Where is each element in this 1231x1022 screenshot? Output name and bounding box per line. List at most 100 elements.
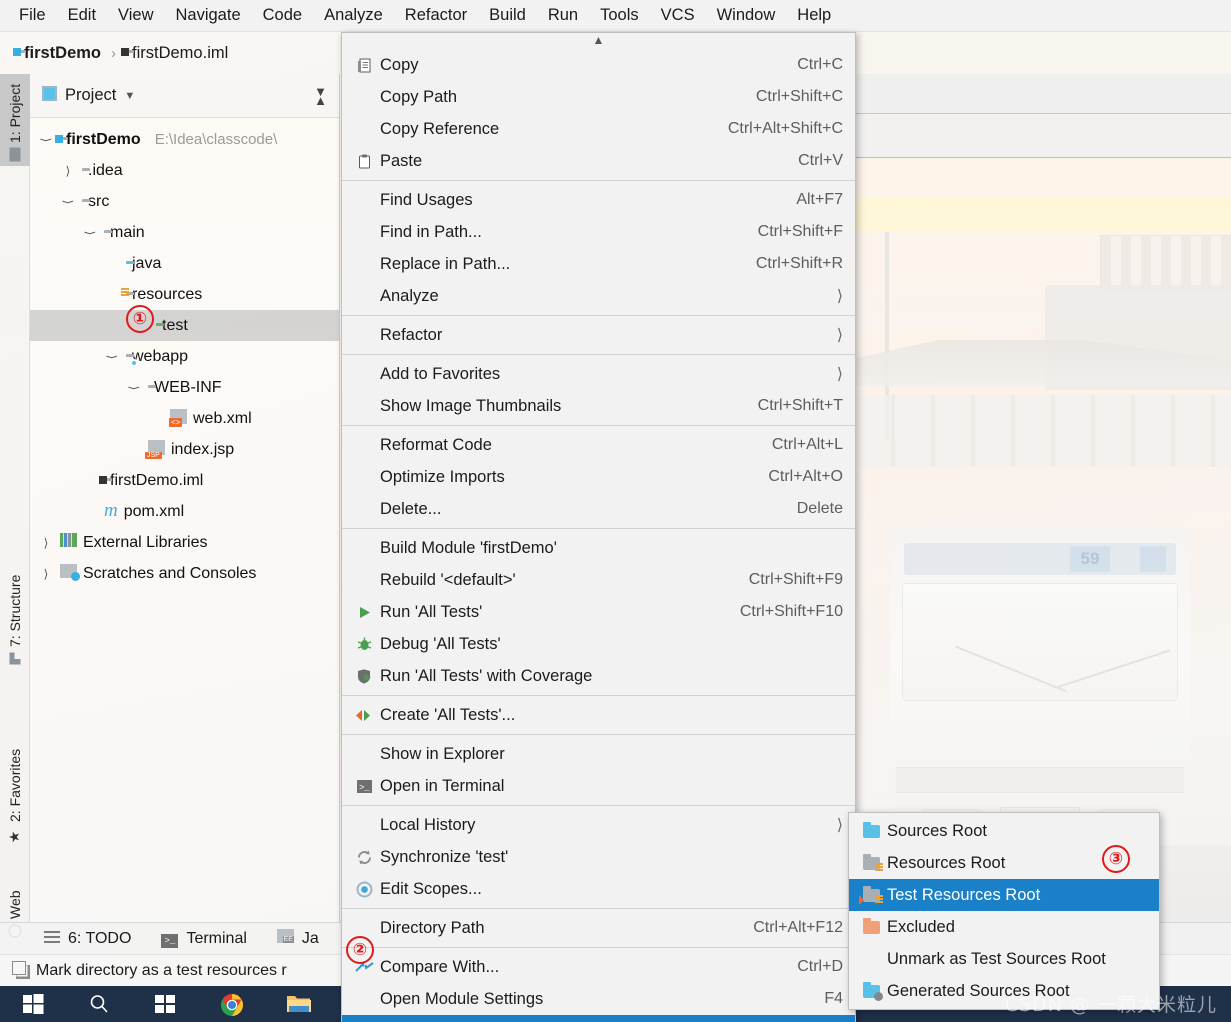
- left-strip-tab-favorites[interactable]: ★ 2: Favorites: [0, 724, 30, 850]
- context-menu-item-show-image-thumbnails[interactable]: Show Image Thumbnails Ctrl+Shift+T: [342, 390, 855, 422]
- context-menu-item-compare-with[interactable]: Compare With... Ctrl+D: [342, 951, 855, 983]
- menubar-item-run[interactable]: Run: [537, 4, 589, 27]
- context-menu-item-shortcut: Delete: [796, 500, 843, 517]
- tree-node-pom-xml[interactable]: ⟩mpom.xml: [30, 496, 339, 527]
- menubar-item-refactor[interactable]: Refactor: [394, 4, 478, 27]
- chevron-down-icon[interactable]: ⟩: [83, 225, 97, 241]
- chevron-down-icon[interactable]: ⟩: [39, 132, 53, 148]
- excluded-icon: [855, 917, 887, 934]
- tree-node-src[interactable]: ⟩ src: [30, 186, 339, 217]
- scroll-up-arrow[interactable]: ▲: [342, 34, 855, 49]
- chevron-down-icon[interactable]: ▼: [124, 90, 135, 102]
- tree-node-test[interactable]: ⟩test: [30, 310, 339, 341]
- context-menu-item-replace-in-path[interactable]: Replace in Path... Ctrl+Shift+R: [342, 248, 855, 280]
- context-menu-item-directory-path[interactable]: Directory Path Ctrl+Alt+F12: [342, 912, 855, 944]
- menubar-item-vcs[interactable]: VCS: [650, 4, 706, 27]
- file-explorer-icon[interactable]: [286, 993, 311, 1015]
- menubar-item-window[interactable]: Window: [706, 4, 787, 27]
- submenu-item-excluded[interactable]: Excluded: [849, 911, 1159, 943]
- context-menu-item-run--all-tests--with-coverage[interactable]: Run 'All Tests' with Coverage: [342, 660, 855, 692]
- tree-node-external-libraries[interactable]: ⟩ External Libraries: [30, 527, 339, 558]
- breadcrumb-project[interactable]: firstDemo: [24, 44, 101, 63]
- chevron-right-icon[interactable]: ⟩: [38, 567, 54, 581]
- windows-start-icon[interactable]: [22, 993, 44, 1015]
- context-menu-item-copy-path[interactable]: Copy Path Ctrl+Shift+C: [342, 81, 855, 113]
- chevron-right-icon[interactable]: ⟩: [38, 536, 54, 550]
- context-menu-item-shortcut: Ctrl+Alt+L: [771, 436, 843, 453]
- tree-node-java[interactable]: ⟩java: [30, 248, 339, 279]
- context-menu-item-label: Copy Reference: [380, 119, 500, 138]
- tree-node-firstdemo-iml[interactable]: ⟩firstDemo.iml: [30, 465, 339, 496]
- context-menu-item-debug--all-tests[interactable]: Debug 'All Tests': [342, 628, 855, 660]
- context-menu-item-analyze[interactable]: Analyze ⟩: [342, 280, 855, 312]
- context-menu-item-find-in-path[interactable]: Find in Path... Ctrl+Shift+F: [342, 216, 855, 248]
- tree-node-index-jsp[interactable]: ⟩JSPindex.jsp: [30, 434, 339, 465]
- context-menu-item-open-in-terminal[interactable]: >_ Open in Terminal: [342, 770, 855, 802]
- context-menu-item-show-in-explorer[interactable]: Show in Explorer: [342, 738, 855, 770]
- bottom-bar-item-6--todo[interactable]: 6: TODO: [44, 930, 131, 948]
- context-menu-item-copy[interactable]: Copy Ctrl+C: [342, 49, 855, 81]
- menubar-item-view[interactable]: View: [107, 4, 164, 27]
- chevron-down-icon[interactable]: ⟩: [61, 194, 75, 210]
- tree-node-webapp[interactable]: ⟩ webapp: [30, 341, 339, 372]
- search-icon[interactable]: [88, 993, 110, 1015]
- menubar-item-navigate[interactable]: Navigate: [165, 4, 252, 27]
- menubar-item-tools[interactable]: Tools: [589, 4, 650, 27]
- bottom-bar-item-label: 6: TODO: [68, 929, 132, 947]
- context-menu-item-label: Synchronize 'test': [380, 847, 509, 866]
- menu-separator: [342, 947, 855, 948]
- chevron-down-icon[interactable]: ⟩: [105, 349, 119, 365]
- menubar-item-file[interactable]: File: [8, 4, 57, 27]
- context-menu-item-run--all-tests[interactable]: Run 'All Tests' Ctrl+Shift+F10: [342, 596, 855, 628]
- tree-node-label: webapp: [132, 347, 189, 365]
- context-menu-item-synchronize--test[interactable]: Synchronize 'test': [342, 841, 855, 873]
- tree-node-firstdemo[interactable]: ⟩ firstDemo E:\Idea\classcode\: [30, 124, 339, 155]
- tree-node-web-xml[interactable]: ⟩<>web.xml: [30, 403, 339, 434]
- tree-node-scratches-and-consoles[interactable]: ⟩ Scratches and Consoles: [30, 558, 339, 589]
- tree-node--idea[interactable]: ⟩ .idea: [30, 155, 339, 186]
- left-strip-tab-project[interactable]: 1: Project: [0, 74, 30, 166]
- context-menu-item-build-module--firstdemo[interactable]: Build Module 'firstDemo': [342, 532, 855, 564]
- context-menu-item-find-usages[interactable]: Find Usages Alt+F7: [342, 184, 855, 216]
- menubar-item-analyze[interactable]: Analyze: [313, 4, 394, 27]
- menu-separator: [342, 315, 855, 316]
- bottom-bar-item-terminal[interactable]: >_ Terminal: [161, 930, 247, 948]
- submenu-item-test-resources-root[interactable]: Test Resources Root: [849, 879, 1159, 911]
- context-menu-item-paste[interactable]: Paste Ctrl+V: [342, 145, 855, 177]
- context-menu-item-mark-directory-as[interactable]: Mark Directory as⟩: [342, 1015, 855, 1022]
- menubar-item-edit[interactable]: Edit: [57, 4, 107, 27]
- chevron-down-icon[interactable]: ⟩: [127, 380, 141, 396]
- context-menu-item-optimize-imports[interactable]: Optimize Imports Ctrl+Alt+O: [342, 461, 855, 493]
- tree-node-label: main: [110, 223, 145, 241]
- resources-root-icon: [855, 853, 887, 872]
- context-menu-item-create--all-tests[interactable]: Create 'All Tests'...: [342, 699, 855, 731]
- submenu-item-unmark-as-test-sources-root[interactable]: Unmark as Test Sources Root: [849, 943, 1159, 975]
- menubar-item-help[interactable]: Help: [786, 4, 842, 27]
- submenu-item-sources-root[interactable]: Sources Root: [849, 815, 1159, 847]
- context-menu-item-reformat-code[interactable]: Reformat Code Ctrl+Alt+L: [342, 429, 855, 461]
- bottom-bar-item-ja[interactable]: EE Ja: [276, 929, 319, 948]
- context-menu-item-add-to-favorites[interactable]: Add to Favorites ⟩: [342, 358, 855, 390]
- context-menu-item-local-history[interactable]: Local History ⟩: [342, 809, 855, 841]
- chrome-icon[interactable]: [220, 993, 243, 1016]
- context-menu-item-edit-scopes[interactable]: Edit Scopes...: [342, 873, 855, 905]
- context-menu-item-copy-reference[interactable]: Copy Reference Ctrl+Alt+Shift+C: [342, 113, 855, 145]
- chevron-right-icon[interactable]: ⟩: [60, 164, 76, 178]
- task-view-icon[interactable]: [154, 993, 176, 1015]
- tree-node-web-inf[interactable]: ⟩ WEB-INF: [30, 372, 339, 403]
- breadcrumb-file[interactable]: firstDemo.iml: [132, 44, 228, 63]
- context-menu-item-refactor[interactable]: Refactor ⟩: [342, 319, 855, 351]
- menubar-item-build[interactable]: Build: [478, 4, 537, 27]
- context-menu-item-label: Run 'All Tests': [380, 602, 483, 621]
- context-menu-item-delete[interactable]: Delete... Delete: [342, 493, 855, 525]
- menubar-item-code[interactable]: Code: [252, 4, 313, 27]
- collapse-all-icon[interactable]: ▼ ▲: [314, 85, 327, 107]
- left-strip-tab-structure[interactable]: 7: Structure: [0, 554, 30, 670]
- tree-node-main[interactable]: ⟩ main: [30, 217, 339, 248]
- context-menu-item-rebuild---default[interactable]: Rebuild '<default>' Ctrl+Shift+F9: [342, 564, 855, 596]
- debug-icon: [348, 636, 380, 653]
- context-menu-item-open-module-settings[interactable]: Open Module Settings F4: [342, 983, 855, 1015]
- sources-root-icon: [855, 821, 887, 838]
- tree-node-resources[interactable]: ⟩resources: [30, 279, 339, 310]
- tree-node-label: pom.xml: [123, 502, 185, 520]
